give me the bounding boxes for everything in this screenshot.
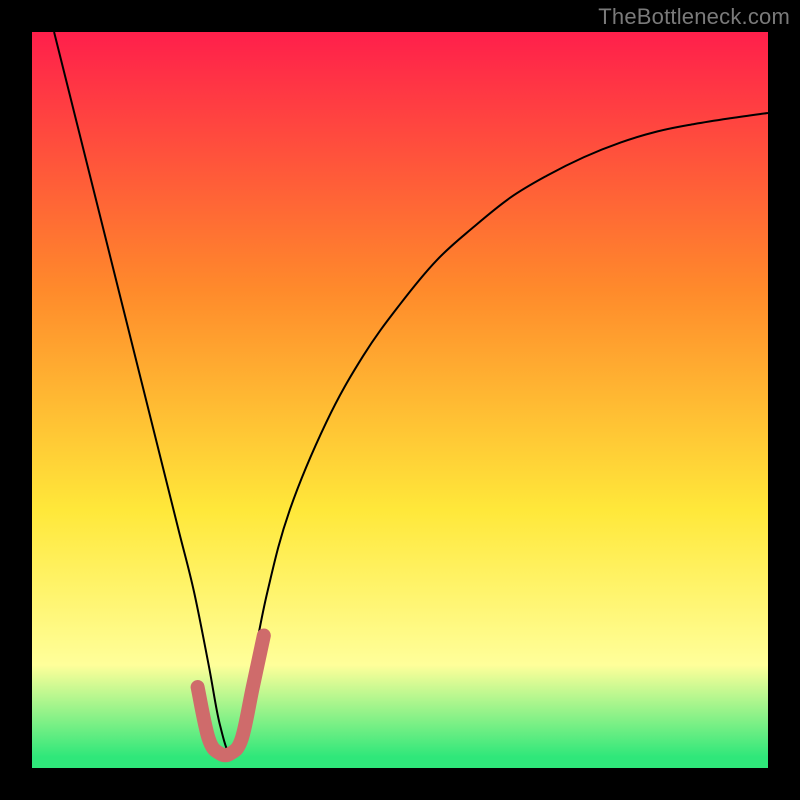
- watermark-text: TheBottleneck.com: [598, 4, 790, 30]
- chart-svg: [32, 32, 768, 768]
- chart-frame: TheBottleneck.com: [0, 0, 800, 800]
- plot-area: [32, 32, 768, 768]
